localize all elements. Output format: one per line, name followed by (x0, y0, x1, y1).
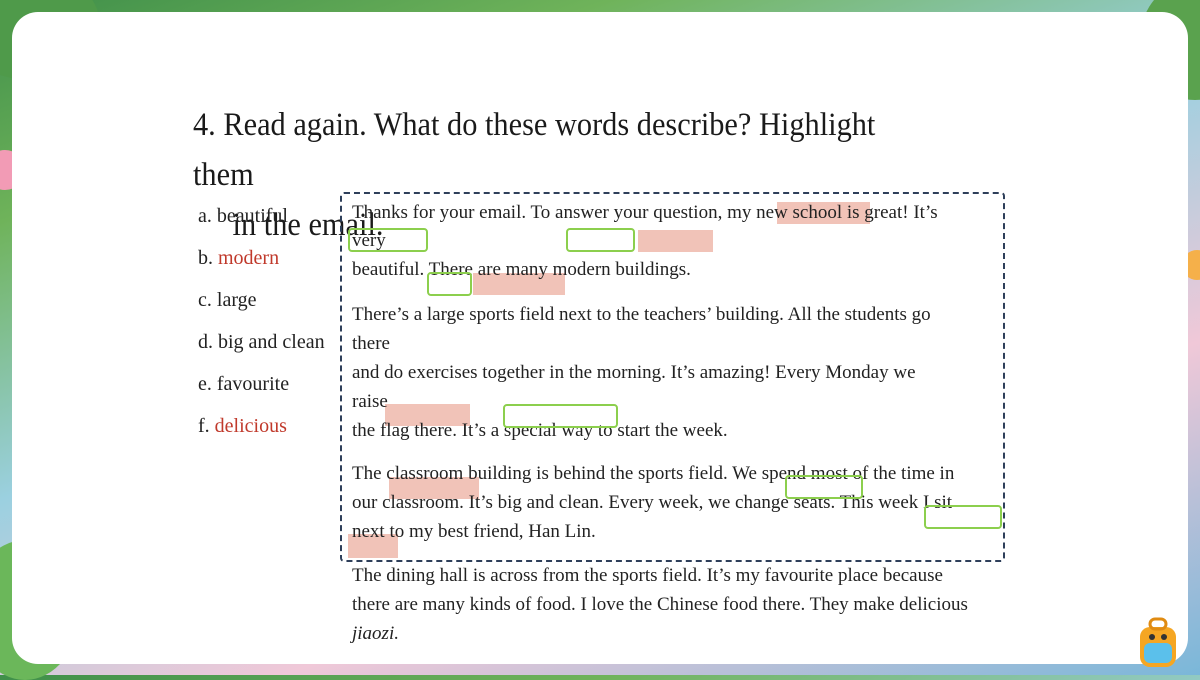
word-letter: f. (198, 415, 210, 437)
email-line: there (352, 333, 390, 354)
email-line: There’s a large sports field next to the… (352, 304, 931, 325)
highlight-green (348, 228, 428, 252)
word-item: e. favourite (198, 373, 289, 396)
word-text: delicious (214, 415, 287, 437)
email-line: raise (352, 391, 388, 412)
word-text: beautiful (216, 205, 288, 227)
email-line: there are many kinds of food. I love the… (352, 594, 968, 615)
word-letter: d. (198, 331, 213, 353)
highlight-green (566, 228, 635, 252)
word-text: large (216, 289, 257, 311)
word-item: a. beautiful (198, 205, 288, 228)
email-line: beautiful. There are many modern buildin… (352, 259, 691, 280)
word-item: d. big and clean (198, 331, 325, 354)
backpack-mascot-icon (1130, 615, 1185, 670)
word-letter: b. (198, 247, 213, 269)
word-letter: e. (198, 373, 212, 395)
email-line: The classroom building is behind the spo… (352, 463, 955, 484)
word-text: big and clean (218, 331, 325, 353)
email-line: next to my best friend, Han Lin. (352, 521, 596, 542)
word-letter: a. (198, 205, 212, 227)
email-line: and do exercises together in the morning… (352, 362, 916, 383)
email-line: Thanks for your email. To answer your qu… (352, 202, 938, 223)
highlight-red (638, 230, 713, 252)
highlight-green (924, 505, 1002, 529)
word-text: modern (218, 247, 280, 269)
email-line: jiaozi. (352, 623, 399, 644)
word-letter: c. (198, 289, 212, 311)
word-item: b. modern (198, 247, 279, 270)
highlight-green (427, 272, 472, 296)
word-text: favourite (216, 373, 290, 395)
word-item: f. delicious (198, 415, 287, 438)
highlight-green (503, 404, 618, 428)
word-item: c. large (198, 289, 257, 312)
highlight-green (785, 475, 863, 499)
email-line: The dining hall is across from the sport… (352, 565, 943, 586)
title-line-1: 4. Read again. What do these words descr… (193, 107, 876, 193)
